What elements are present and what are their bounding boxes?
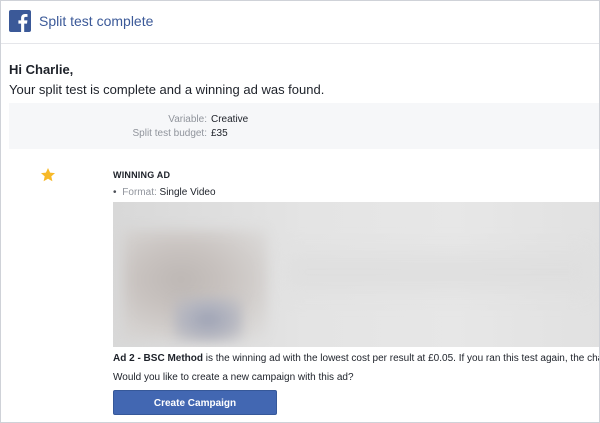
format-label: Format: xyxy=(122,187,157,198)
blurred-subject-detail xyxy=(173,297,243,342)
format-line: • Format: Single Video xyxy=(113,187,216,198)
facebook-logo-icon xyxy=(9,10,31,32)
create-campaign-button[interactable]: Create Campaign xyxy=(113,390,277,415)
format-value: Single Video xyxy=(159,187,216,198)
detail-value: Creative xyxy=(211,114,249,125)
winning-ad-title: WINNING AD xyxy=(113,170,171,180)
winning-ad-name: Ad 2 - BSC Method xyxy=(113,353,203,364)
email-frame: Split test complete Hi Charlie, Your spl… xyxy=(0,0,600,423)
detail-value: £35 xyxy=(211,128,228,139)
detail-label: Split test budget: xyxy=(132,128,208,139)
ad-video-thumbnail[interactable] xyxy=(113,202,599,347)
test-details-panel: Variable: Creative Split test budget: £3… xyxy=(9,103,599,149)
result-summary: Ad 2 - BSC Method is the winning ad with… xyxy=(113,353,600,364)
result-text: is the winning ad with the lowest cost p… xyxy=(203,353,600,364)
detail-label: Variable: xyxy=(168,114,207,125)
create-campaign-question: Would you like to create a new campaign … xyxy=(113,372,354,383)
header-title: Split test complete xyxy=(39,13,154,29)
greeting: Hi Charlie, xyxy=(9,62,74,77)
star-icon xyxy=(40,167,56,183)
email-header: Split test complete xyxy=(1,1,599,44)
bullet-icon: • xyxy=(113,187,117,198)
blurred-background xyxy=(288,242,588,302)
intro-text: Your split test is complete and a winnin… xyxy=(9,82,325,97)
